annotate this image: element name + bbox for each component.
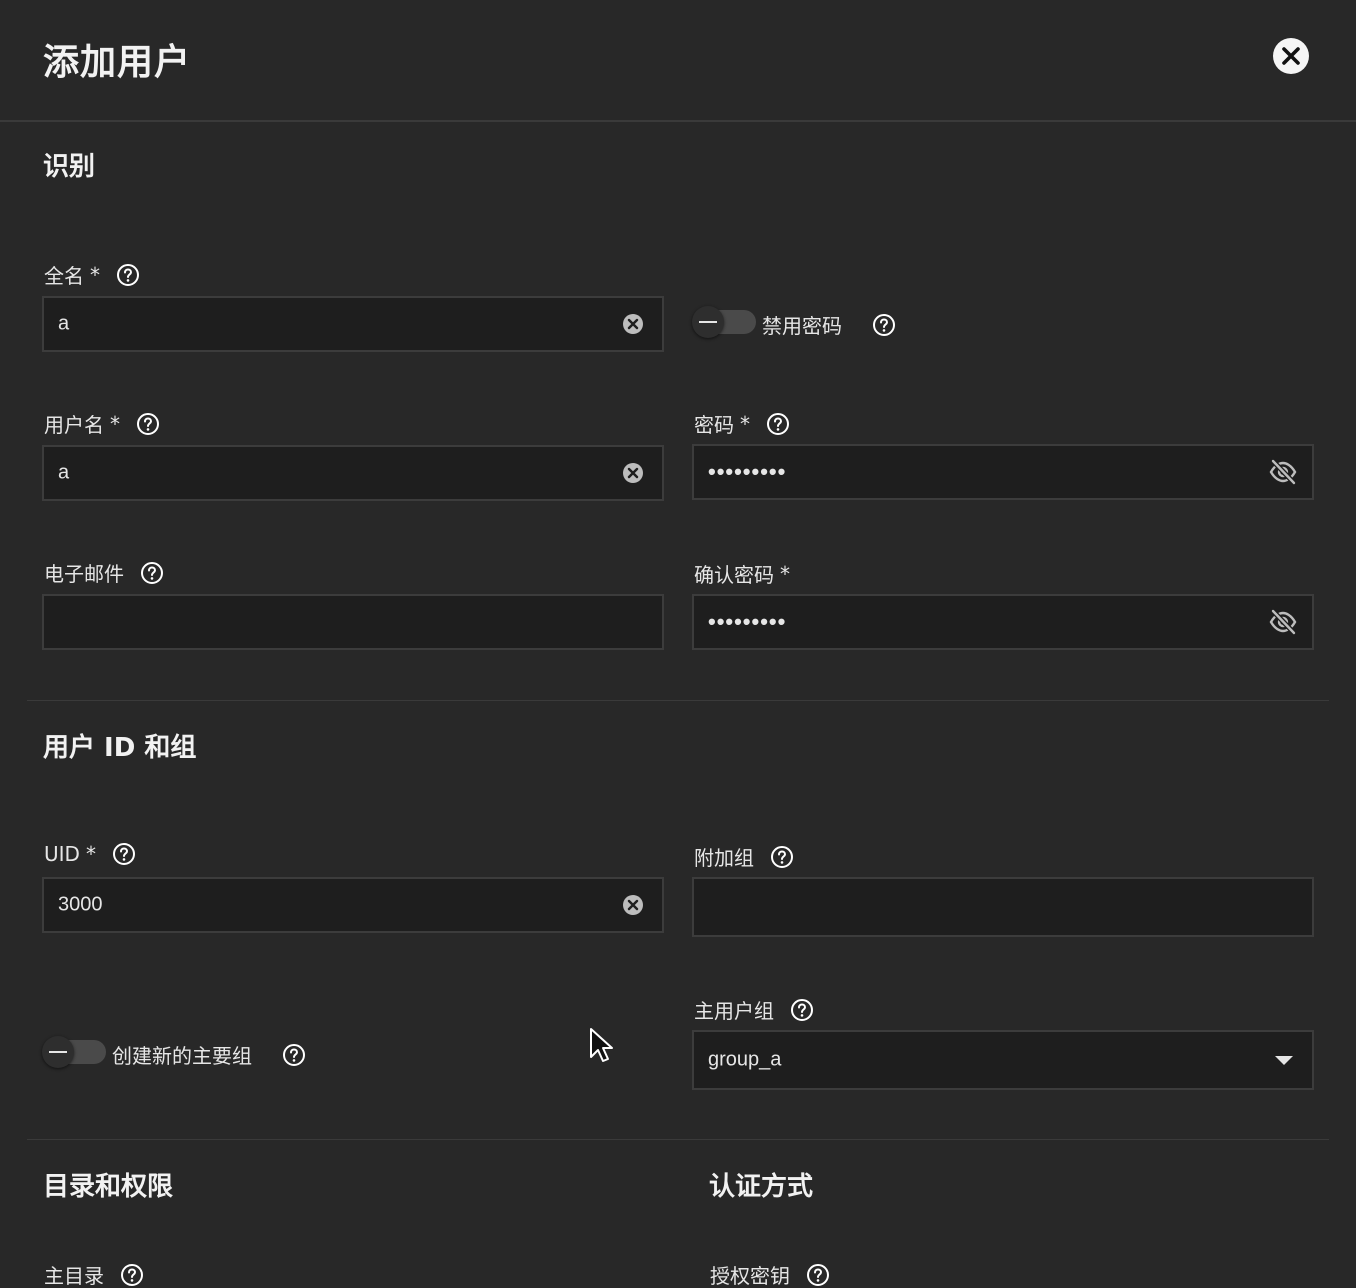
confirm-password-value: •••••••••	[708, 609, 787, 634]
help-icon[interactable]	[112, 842, 136, 866]
section-divider	[27, 700, 1329, 701]
help-icon[interactable]	[770, 845, 794, 869]
email-label-text: 电子邮件	[44, 562, 124, 586]
username-label: 用户名 *	[44, 409, 160, 438]
home-dir-label-text: 主目录	[44, 1264, 104, 1288]
help-icon[interactable]	[806, 1263, 830, 1287]
help-icon[interactable]	[872, 313, 896, 337]
help-icon[interactable]	[790, 998, 814, 1022]
username-value: a	[58, 461, 70, 484]
clear-icon[interactable]	[622, 462, 644, 484]
authorized-keys-label-text: 授权密钥	[710, 1264, 790, 1288]
primary-group-label: 主用户组	[694, 995, 814, 1024]
full-name-value: a	[58, 312, 70, 335]
dialog-title: 添加用户	[43, 42, 192, 83]
disable-password-toggle[interactable]	[692, 306, 756, 338]
help-icon[interactable]	[140, 561, 164, 585]
primary-group-label-text: 主用户组	[694, 999, 774, 1023]
password-input[interactable]: •••••••••	[692, 444, 1314, 500]
aux-groups-label: 附加组	[694, 842, 794, 871]
help-icon[interactable]	[282, 1043, 306, 1067]
email-input[interactable]	[42, 594, 664, 650]
aux-groups-label-text: 附加组	[694, 846, 754, 870]
section-title-user-id-groups: 用户 ID 和组	[43, 733, 197, 763]
username-label-text: 用户名	[44, 413, 104, 437]
required-marker: *	[780, 561, 790, 586]
help-icon[interactable]	[766, 412, 790, 436]
eye-off-icon[interactable]	[1268, 457, 1298, 487]
username-input[interactable]: a	[42, 445, 664, 501]
section-title-identification: 识别	[43, 152, 96, 182]
toggle-knob	[692, 306, 724, 338]
help-icon[interactable]	[136, 412, 160, 436]
required-marker: *	[85, 842, 96, 866]
full-name-label: 全名 *	[44, 260, 140, 289]
primary-group-select[interactable]: group_a	[692, 1030, 1314, 1090]
disable-password-label: 禁用密码	[762, 310, 896, 339]
clear-icon[interactable]	[622, 313, 644, 335]
create-primary-group-label: 创建新的主要组	[112, 1040, 306, 1069]
toggle-knob	[42, 1036, 74, 1068]
disable-password-label-text: 禁用密码	[762, 314, 842, 338]
help-icon[interactable]	[116, 263, 140, 287]
mouse-cursor-icon	[590, 1028, 613, 1062]
uid-label: UID *	[44, 842, 136, 866]
confirm-password-input[interactable]: •••••••••	[692, 594, 1314, 650]
primary-group-value: group_a	[708, 1048, 782, 1071]
confirm-password-label: 确认密码 *	[694, 559, 790, 588]
password-label: 密码 *	[694, 409, 790, 438]
section-title-authentication: 认证方式	[709, 1172, 814, 1202]
close-icon[interactable]	[1273, 38, 1309, 74]
aux-groups-input[interactable]	[692, 877, 1314, 937]
create-primary-group-label-text: 创建新的主要组	[112, 1044, 252, 1068]
confirm-password-label-text: 确认密码	[694, 563, 774, 587]
required-marker: *	[740, 411, 750, 436]
password-value: •••••••••	[708, 459, 787, 484]
full-name-label-text: 全名	[44, 264, 84, 288]
password-label-text: 密码	[694, 413, 734, 437]
section-title-directories: 目录和权限	[43, 1172, 174, 1202]
section-divider	[27, 1139, 1329, 1140]
required-marker: *	[110, 411, 120, 436]
authorized-keys-label: 授权密钥	[710, 1260, 830, 1288]
email-label: 电子邮件	[44, 558, 164, 587]
eye-off-icon[interactable]	[1268, 607, 1298, 637]
create-primary-group-toggle[interactable]	[42, 1036, 106, 1068]
home-dir-label: 主目录	[44, 1260, 144, 1288]
caret-down-icon[interactable]	[1274, 1054, 1294, 1066]
uid-label-text: UID	[44, 842, 80, 866]
uid-value: 3000	[58, 893, 103, 916]
uid-input[interactable]: 3000	[42, 877, 664, 933]
full-name-input[interactable]: a	[42, 296, 664, 352]
required-marker: *	[90, 262, 100, 287]
dialog-header: 添加用户	[0, 0, 1356, 122]
help-icon[interactable]	[120, 1263, 144, 1287]
clear-icon[interactable]	[622, 894, 644, 916]
